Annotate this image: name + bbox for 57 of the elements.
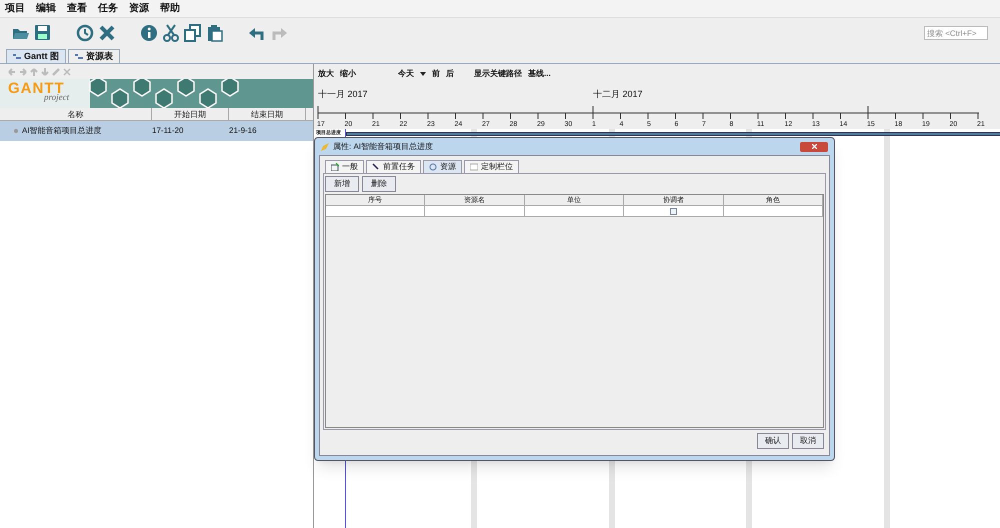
task-row[interactable]: AI智能音箱项目总进度 17-11-20 21-9-16	[0, 121, 313, 141]
menu-item[interactable]: 查看	[66, 1, 88, 16]
toolbar-link[interactable]: 后	[446, 68, 454, 80]
month-label: 十二月 2017	[593, 88, 643, 101]
dialog-button[interactable]: 确认	[757, 433, 789, 449]
dialog-tab[interactable]: 一般	[325, 160, 364, 173]
dropdown-caret-icon[interactable]	[420, 72, 426, 76]
bullet-icon	[14, 129, 18, 133]
logo-subtitle: project	[44, 93, 70, 102]
column-header[interactable]: 名称	[0, 108, 152, 120]
toolbar-link[interactable]: 前	[432, 68, 440, 80]
close-button[interactable]	[800, 142, 828, 152]
table-cell[interactable]	[524, 206, 624, 217]
menu-item[interactable]: 项目	[4, 1, 26, 16]
dialog-title: 属性: AI智能音箱项目总进度	[333, 140, 434, 152]
task-start-date: 17-11-20	[152, 125, 184, 137]
month-label: 十一月 2017	[318, 88, 368, 101]
view-tab[interactable]: Gantt 图	[6, 49, 66, 63]
task-end-date: 21-9-16	[229, 125, 258, 137]
column-header[interactable]: 结束日期	[229, 108, 306, 120]
clock-icon[interactable]	[76, 24, 94, 42]
view-tab[interactable]: 资源表	[68, 49, 120, 63]
toolbar-link[interactable]: 缩小	[340, 68, 356, 80]
dialog-tab[interactable]: 资源	[423, 160, 462, 173]
toolbar-link[interactable]: 今天	[398, 68, 414, 80]
table-cell[interactable]	[326, 206, 426, 217]
paste-icon[interactable]	[206, 24, 224, 42]
tab-icon	[13, 52, 21, 60]
close-icon	[812, 144, 816, 149]
dialog-tab[interactable]: 定制栏位	[464, 160, 519, 173]
menu-item[interactable]: 帮助	[159, 1, 181, 16]
dialog-tab[interactable]: 前置任务	[366, 160, 421, 173]
tab-icon	[75, 52, 83, 60]
copy-icon[interactable]	[184, 24, 202, 42]
table-cell[interactable]	[425, 206, 525, 217]
menu-item[interactable]: 资源	[128, 1, 150, 16]
column-header[interactable]: 开始日期	[152, 108, 229, 120]
save-icon[interactable]	[34, 24, 52, 42]
toolbar-link[interactable]: 显示关键路径	[474, 68, 522, 80]
checkbox[interactable]	[670, 208, 677, 214]
search-field[interactable]: 搜索 <Ctrl+F>	[924, 26, 988, 40]
task-name: AI智能音箱项目总进度	[22, 125, 102, 137]
menu-item[interactable]: 编辑	[35, 1, 57, 16]
logo-wordmark: GANTT	[8, 81, 65, 96]
scissors-icon[interactable]	[162, 24, 180, 42]
toolbar-link[interactable]: 基线...	[528, 68, 551, 80]
menu-item[interactable]: 任务	[97, 1, 119, 16]
toolbar-link[interactable]: 放大	[318, 68, 334, 80]
action-button[interactable]: 新增	[325, 176, 359, 192]
table-cell[interactable]	[624, 206, 724, 217]
delete-icon[interactable]	[98, 24, 116, 42]
dialog-button[interactable]: 取消	[792, 433, 824, 449]
column-icon	[470, 163, 478, 171]
info-icon[interactable]	[140, 24, 158, 42]
resource-icon	[429, 163, 437, 171]
action-button[interactable]: 删除	[362, 176, 396, 192]
table-cell[interactable]	[724, 206, 824, 217]
